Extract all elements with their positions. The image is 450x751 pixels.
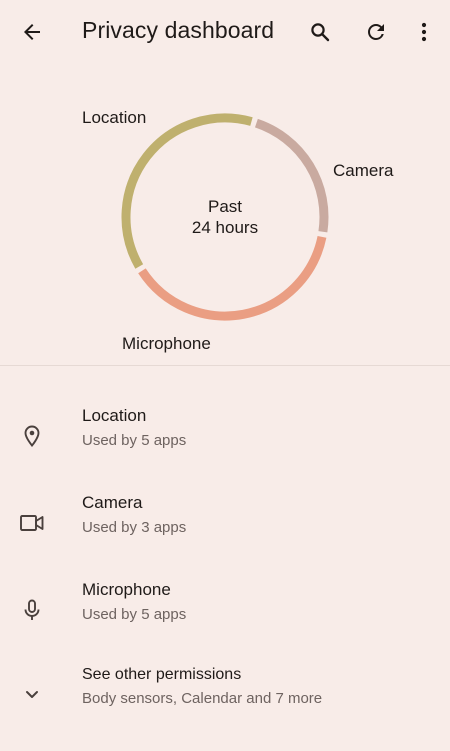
permission-row-camera[interactable]: Camera Used by 3 apps bbox=[0, 493, 450, 563]
permission-row-location[interactable]: Location Used by 5 apps bbox=[0, 406, 450, 476]
chevron-down-icon bbox=[18, 680, 46, 708]
chart-label-location: Location bbox=[82, 108, 147, 127]
chart-center-label: Past 24 hours bbox=[150, 196, 300, 238]
permission-label: Location bbox=[82, 406, 147, 425]
chart-center-line1: Past bbox=[207, 197, 243, 216]
videocam-icon bbox=[18, 509, 46, 537]
page-title: Privacy dashboard bbox=[82, 17, 275, 43]
search-icon bbox=[311, 23, 330, 42]
refresh-button[interactable] bbox=[358, 14, 394, 50]
chart-label-microphone: Microphone bbox=[122, 334, 211, 353]
chart-label-camera: Camera bbox=[333, 161, 394, 180]
permission-detail: Used by 5 apps bbox=[82, 606, 187, 623]
see-other-permissions-row[interactable]: See other permissions Body sensors, Cale… bbox=[0, 666, 450, 736]
refresh-icon bbox=[368, 24, 384, 40]
permission-row-microphone[interactable]: Microphone Used by 5 apps bbox=[0, 580, 450, 650]
search-button[interactable] bbox=[302, 14, 338, 50]
permission-text: Microphone Used by 5 apps bbox=[82, 580, 186, 623]
arrow-back-icon bbox=[24, 24, 40, 40]
permission-label: Microphone bbox=[82, 580, 171, 599]
permission-text: Location Used by 5 apps bbox=[82, 406, 186, 449]
donut-slice-location bbox=[121, 113, 253, 269]
permission-detail: Used by 5 apps bbox=[82, 432, 187, 449]
permission-text: Camera Used by 3 apps bbox=[82, 493, 186, 536]
permission-detail: Used by 3 apps bbox=[82, 519, 187, 536]
permission-label: Camera bbox=[82, 493, 143, 512]
chart-center-line2: 24 hours bbox=[191, 218, 259, 237]
back-button[interactable] bbox=[14, 14, 50, 50]
app-bar: Privacy dashboard bbox=[0, 0, 450, 64]
usage-donut-chart: Location Camera Microphone Past 24 hours bbox=[0, 64, 450, 364]
donut-slice-microphone bbox=[138, 235, 327, 321]
other-permissions-text: See other permissions Body sensors, Cale… bbox=[82, 666, 322, 707]
mic-icon bbox=[18, 596, 46, 624]
more-options-button[interactable] bbox=[406, 14, 442, 50]
other-permissions-detail: Body sensors, Calendar and 7 more bbox=[82, 690, 323, 707]
location-pin-icon bbox=[18, 422, 46, 450]
more-vert-icon bbox=[421, 22, 427, 42]
other-permissions-label: See other permissions bbox=[82, 666, 242, 683]
section-divider bbox=[0, 365, 450, 366]
